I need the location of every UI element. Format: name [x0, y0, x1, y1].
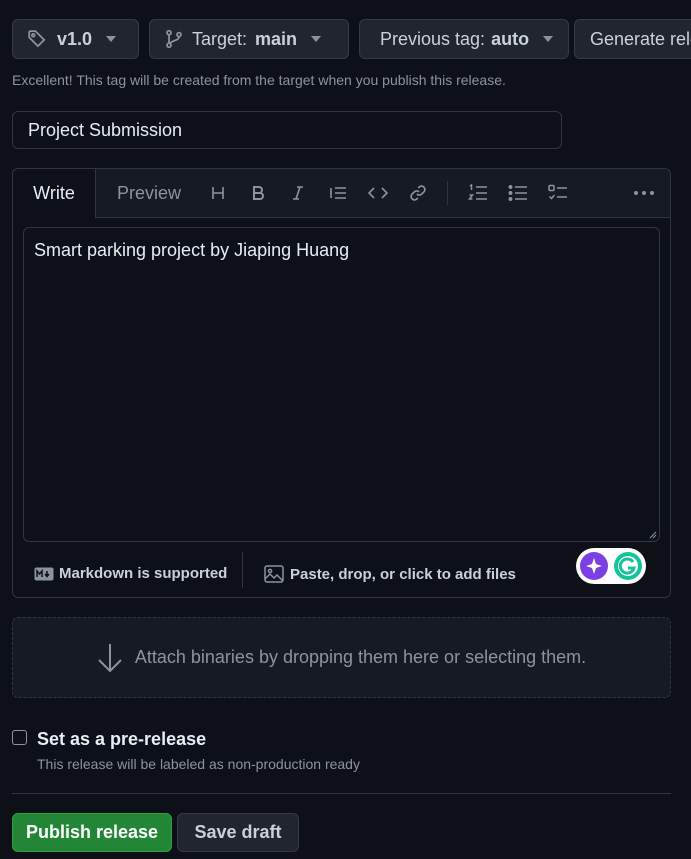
previous-tag-value: auto	[491, 28, 530, 49]
release-title-value: Project Submission	[28, 119, 183, 140]
bullet-list-icon[interactable]	[507, 182, 529, 204]
tag-value: v1.0	[57, 28, 93, 49]
tab-preview[interactable]: Preview	[117, 183, 181, 204]
tab-write[interactable]: Write	[12, 168, 96, 218]
target-branch-button[interactable]: Target: main	[149, 19, 349, 59]
release-title-input[interactable]: Project Submission	[12, 111, 562, 149]
italic-icon[interactable]	[287, 182, 309, 204]
code-icon[interactable]	[367, 182, 389, 204]
prerelease-label[interactable]: Set as a pre-release	[37, 729, 206, 750]
quote-icon[interactable]	[327, 182, 349, 204]
chevron-down-icon	[543, 36, 554, 42]
editor-toolbar: Write Preview	[12, 168, 670, 218]
target-label: Target:	[192, 28, 248, 49]
footer-divider	[242, 552, 243, 588]
save-draft-button[interactable]: Save draft	[177, 813, 299, 852]
tag-select-button[interactable]: v1.0	[12, 19, 139, 59]
link-icon[interactable]	[407, 182, 429, 204]
arrow-down-icon	[97, 642, 123, 674]
generate-release-notes-button[interactable]: Generate release notes	[574, 19, 691, 59]
previous-tag-button[interactable]: Previous tag: auto	[359, 19, 569, 59]
release-notes-text: Smart parking project by Jiaping Huang	[34, 240, 350, 260]
prerelease-note: This release will be labeled as non-prod…	[37, 756, 360, 772]
tag-icon	[27, 29, 47, 49]
chevron-down-icon	[106, 36, 117, 42]
branch-icon	[164, 29, 184, 49]
heading-icon[interactable]	[207, 182, 229, 204]
task-list-icon[interactable]	[547, 182, 569, 204]
add-files-link[interactable]: Paste, drop, or click to add files	[264, 565, 516, 583]
publish-release-button[interactable]: Publish release	[12, 813, 172, 852]
divider	[12, 793, 671, 794]
release-notes-editor: Write Preview Smart parking project by J…	[12, 168, 671, 598]
more-icon[interactable]	[633, 182, 655, 204]
markdown-icon	[34, 567, 54, 581]
prerelease-checkbox[interactable]	[12, 730, 27, 745]
bold-icon[interactable]	[247, 182, 269, 204]
previous-tag-label: Previous tag:	[380, 28, 486, 49]
attach-binaries-dropzone[interactable]: Attach binaries by dropping them here or…	[12, 617, 671, 698]
tag-hint-text: Excellent! This tag will be created from…	[12, 72, 506, 88]
image-icon	[264, 565, 284, 583]
generate-release-notes-label: Generate release notes	[590, 28, 691, 49]
chevron-down-icon	[311, 36, 322, 42]
add-files-label: Paste, drop, or click to add files	[290, 565, 516, 583]
release-notes-textarea[interactable]: Smart parking project by Jiaping Huang	[23, 227, 660, 584]
editor-footer: Markdown is supported Paste, drop, or cl…	[13, 552, 670, 598]
attach-binaries-text: Attach binaries by dropping them here or…	[134, 647, 587, 667]
markdown-supported-link[interactable]: Markdown is supported	[34, 565, 227, 582]
markdown-supported-label: Markdown is supported	[59, 565, 228, 582]
toolbar-divider	[447, 181, 448, 205]
resize-handle-icon[interactable]	[649, 531, 657, 539]
target-value: main	[255, 28, 298, 49]
numbered-list-icon[interactable]	[467, 182, 489, 204]
